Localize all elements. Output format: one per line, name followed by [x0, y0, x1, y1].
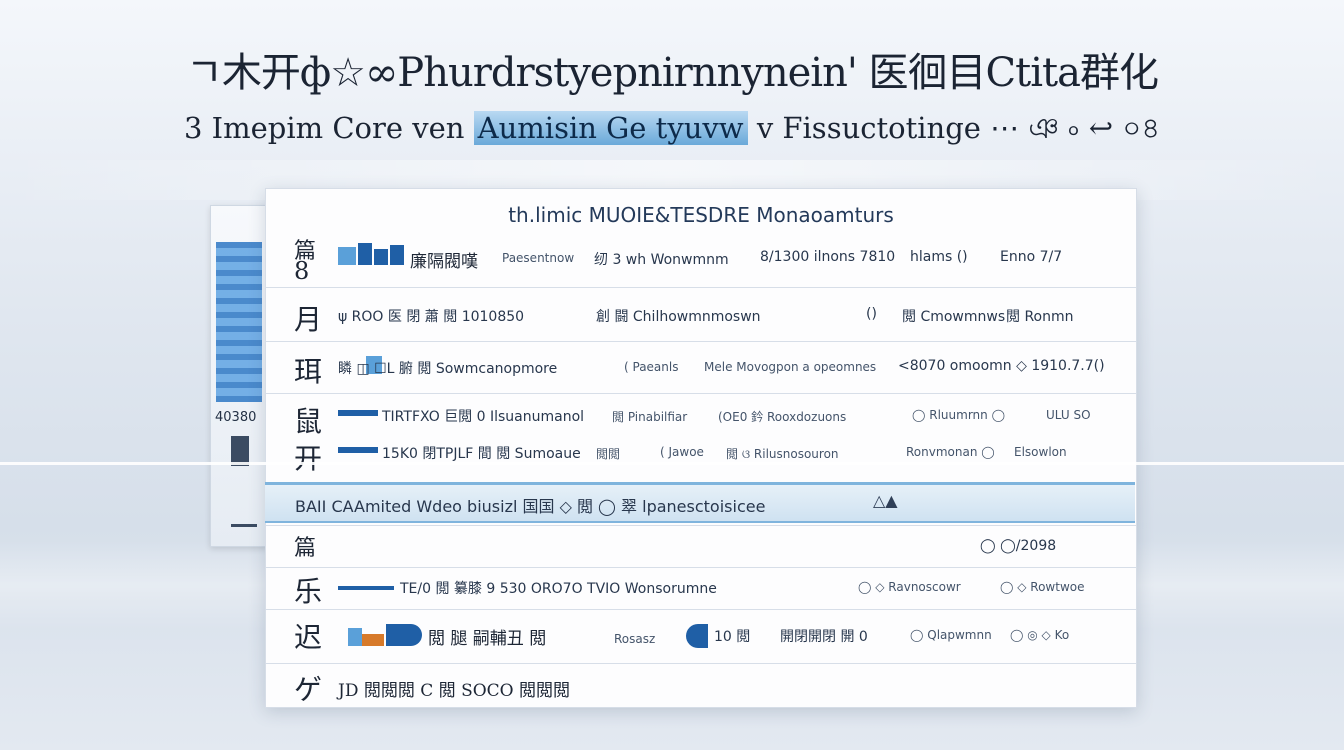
- row-cell: <8070 omoomn ◇ 1910.7.7(): [898, 358, 1105, 374]
- row-cell: ULU SO: [1046, 408, 1091, 422]
- row-cell: 廉隔閥嘆: [410, 252, 478, 272]
- row-cell: Ronvmonan ◯: [906, 445, 995, 459]
- row-icon: 月: [294, 303, 323, 336]
- table-row[interactable]: 乐 TE/0 閲 纂膝 9 530 ORO7O TVIO Wonsorumne …: [266, 567, 1136, 610]
- row-cell: 瞵 ◫ ☐L 腑 閲 Sowmcanopmore: [338, 361, 558, 377]
- row-cell: 閲 Pinabilfiar: [612, 410, 688, 424]
- table-row[interactable]: 篇 8 廉隔閥嘆 Paesentnow 纫 3 wh Wonwmnm 8/130…: [266, 233, 1136, 287]
- table-row[interactable]: 珥 瞵 ◫ ☐L 腑 閲 Sowmcanopmore ( Paeanls Mel…: [266, 341, 1136, 394]
- row-cell: JD 閲閲閲 C 閲 SOCO 閲閲閲: [338, 681, 570, 701]
- selected-row-banner[interactable]: BAII CAAmited Wdeo biusizl 国国 ◇ 閲 ◯ 翠 lp…: [265, 482, 1135, 523]
- side-thumbnail[interactable]: 40380: [210, 205, 268, 547]
- arrow-icon: [338, 586, 394, 590]
- thumbnail-dash: [231, 524, 257, 527]
- chart-icon: [348, 628, 362, 646]
- row-cell: 15K0 閉TPJLF 間 閲 Sumoaue: [382, 446, 581, 462]
- row-cell: 閲 腿 嗣輔丑 閲: [428, 629, 547, 649]
- page-title: ㄱ木开ф☆∞Phurdrstyepnirnnynein' 医徊目Ctita群化: [186, 50, 1159, 96]
- row-icon: 8: [294, 257, 310, 285]
- row-cell: TIRTFXO 巨閲 0 Ilsuanumanol: [382, 409, 585, 425]
- row-icon: ゲ: [294, 673, 323, 706]
- row-icon: 鼠: [294, 405, 323, 438]
- row-cell: 8/1300 ilnons 7810: [760, 249, 896, 265]
- thumbnail-marker: [231, 436, 249, 466]
- row-cell: ◯ ◎ ◇ Ko: [1010, 628, 1070, 642]
- row-cell: ◯ Qlapwmnn: [910, 628, 992, 642]
- row-cell: 10 閲: [714, 629, 751, 645]
- subtitle-highlight: Aumisin Ge tyuvw: [473, 111, 748, 145]
- row-cell: ( Jawoe: [660, 445, 704, 459]
- panel-title: th.limic MUOIE&TESDRE Monaoamturs: [508, 203, 894, 227]
- row-cell: TE/0 閲 纂膝 9 530 ORO7O TVIO Wonsorumne: [400, 581, 717, 597]
- banner-text: BAII CAAmited Wdeo biusizl 国国 ◇ 閲 ◯ 翠 lp…: [295, 497, 766, 516]
- table-row[interactable]: 迟 閲 腿 嗣輔丑 閲 Rosasz 10 閲 開閉開閉 開 0 ◯ Qlapw…: [266, 609, 1136, 664]
- chart-icon: [386, 624, 422, 646]
- row-icon: 珥: [294, 355, 323, 388]
- row-cell: 閲 ଓ Rilusnosouron: [726, 447, 839, 461]
- row-cell: 閲閲: [596, 447, 621, 461]
- thumbnail-number: 40380: [215, 410, 257, 425]
- row-cell: Paesentnow: [502, 251, 575, 265]
- row-cell: ◯ ◯/2098: [980, 538, 1057, 554]
- row-cell: Elsowlon: [1014, 445, 1067, 459]
- row-icon: 乐: [294, 575, 323, 608]
- row-cell: Mele Movogpon a opeomnes: [704, 360, 877, 374]
- row-cell: ◯ ◇ Ravnoscowr: [858, 580, 961, 594]
- row-icon: 篇: [294, 536, 317, 561]
- row-icon: 开: [294, 442, 323, 475]
- row-cell: Rosasz: [614, 632, 656, 646]
- row-cell: 閲 Ronmn: [1006, 309, 1074, 325]
- row-icon: 迟: [294, 621, 323, 654]
- row-cell: 纫 3 wh Wonwmnm: [594, 252, 729, 268]
- table-row[interactable]: ゲ JD 閲閲閲 C 閲 SOCO 閲閲閲: [266, 663, 1136, 708]
- thumbnail-image: [216, 242, 262, 402]
- chart-icon: [358, 243, 372, 265]
- row-cell: 閲 Cmowmnws: [902, 309, 1006, 325]
- table-row[interactable]: 开 15K0 閉TPJLF 間 閲 Sumoaue 閲閲 ( Jawoe 閲 ଓ…: [266, 437, 1136, 481]
- chart-icon: [390, 245, 404, 265]
- chart-icon: [374, 249, 388, 265]
- table-row[interactable]: 篇 ◯ ◯/2098: [266, 525, 1136, 568]
- row-cell: Enno 7/7: [1000, 249, 1063, 265]
- page-subtitle: 3 Imepim Core ven Aumisin Ge tyuvw v Fis…: [0, 106, 1344, 155]
- row-cell: hlams (): [910, 249, 968, 265]
- row-cell: 開閉開閉 開 0: [780, 629, 868, 645]
- row-cell: (OE0 鈐 Rooxdozuons: [718, 410, 847, 424]
- arrow-icon: [338, 447, 378, 453]
- table-row[interactable]: 鼠 TIRTFXO 巨閲 0 Ilsuanumanol 閲 Pinabilfia…: [266, 393, 1136, 438]
- subtitle-prefix: 3 Imepim Core ven: [183, 111, 465, 145]
- chart-icon: [338, 247, 356, 265]
- row-cell: (): [866, 306, 877, 322]
- table-row[interactable]: 月 ψ ROO 医 閉 蕭 閲 1010850 創 闘 Chilhowmnmos…: [266, 287, 1136, 342]
- row-cell: ψ ROO 医 閉 蕭 閲 1010850: [338, 309, 525, 325]
- arrow-icon: [338, 410, 378, 416]
- row-cell: ◯ ◇ Rowtwoe: [1000, 580, 1085, 594]
- row-cell: 創 闘 Chilhowmnmoswn: [596, 309, 761, 325]
- subtitle-suffix: v Fissuctotinge ⋯ ঞ ৹ ↩ ০৪: [756, 111, 1161, 145]
- main-panel: th.limic MUOIE&TESDRE Monaoamturs 篇 8 廉隔…: [265, 188, 1137, 708]
- row-cell: ( Paeanls: [624, 360, 679, 374]
- row-cell: ◯ Rluumrnn ◯: [912, 408, 1005, 422]
- warning-icon: △▲: [873, 491, 898, 510]
- chart-icon: [362, 634, 384, 646]
- chart-icon: [686, 624, 708, 648]
